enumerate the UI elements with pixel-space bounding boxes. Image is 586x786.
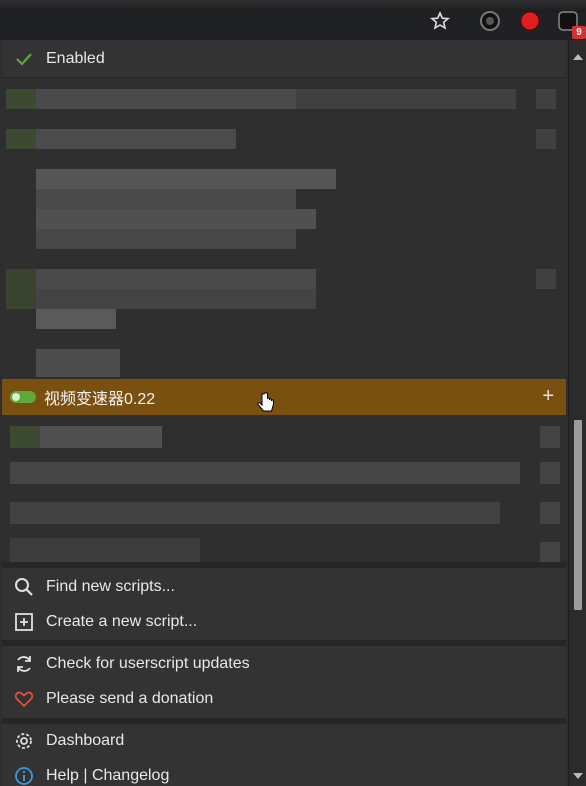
donation-label: Please send a donation <box>46 690 214 707</box>
create-new-script-label: Create a new script... <box>46 613 198 630</box>
active-script-row[interactable]: 视频变速器0.22 + <box>2 379 566 415</box>
gear-icon <box>14 731 34 751</box>
dashboard-item[interactable]: Dashboard <box>2 724 566 758</box>
enabled-toggle-row[interactable]: Enabled <box>2 40 566 78</box>
scroll-up-arrow-icon[interactable] <box>573 54 583 60</box>
refresh-icon <box>14 654 34 674</box>
scrollbar-thumb[interactable] <box>574 420 582 610</box>
checkmark-icon <box>14 49 34 69</box>
expand-plus-icon[interactable]: + <box>542 386 554 406</box>
check-updates-label: Check for userscript updates <box>46 655 250 672</box>
donation-item[interactable]: Please send a donation <box>2 682 566 716</box>
plus-square-icon <box>14 612 34 632</box>
heart-icon <box>14 689 34 709</box>
search-icon <box>14 577 34 597</box>
script-enabled-toggle[interactable] <box>10 391 36 403</box>
dashboard-label: Dashboard <box>46 732 125 749</box>
check-updates-item[interactable]: Check for userscript updates <box>2 647 566 681</box>
hand-cursor-icon <box>257 392 275 421</box>
bookmark-star-icon[interactable] <box>429 10 451 32</box>
find-new-scripts-item[interactable]: Find new scripts... <box>2 570 566 604</box>
info-icon <box>14 766 34 786</box>
tampermonkey-popup: Enabled 视频变速器0.22 + Find new scripts... … <box>2 40 566 786</box>
script-name: 视频变速器0.22 <box>44 391 156 408</box>
help-changelog-item[interactable]: Help | Changelog <box>2 759 566 786</box>
extension-dark-icon[interactable] <box>479 10 501 32</box>
record-extension-icon[interactable] <box>519 10 541 32</box>
scroll-down-arrow-icon[interactable] <box>573 773 583 779</box>
help-changelog-label: Help | Changelog <box>46 767 170 784</box>
find-new-scripts-label: Find new scripts... <box>46 578 175 595</box>
create-new-script-item[interactable]: Create a new script... <box>2 605 566 639</box>
popup-scrollbar[interactable] <box>568 40 586 786</box>
extension-badge: 9 <box>572 26 586 39</box>
enabled-label: Enabled <box>46 49 105 67</box>
browser-toolbar: 9 <box>0 0 586 40</box>
